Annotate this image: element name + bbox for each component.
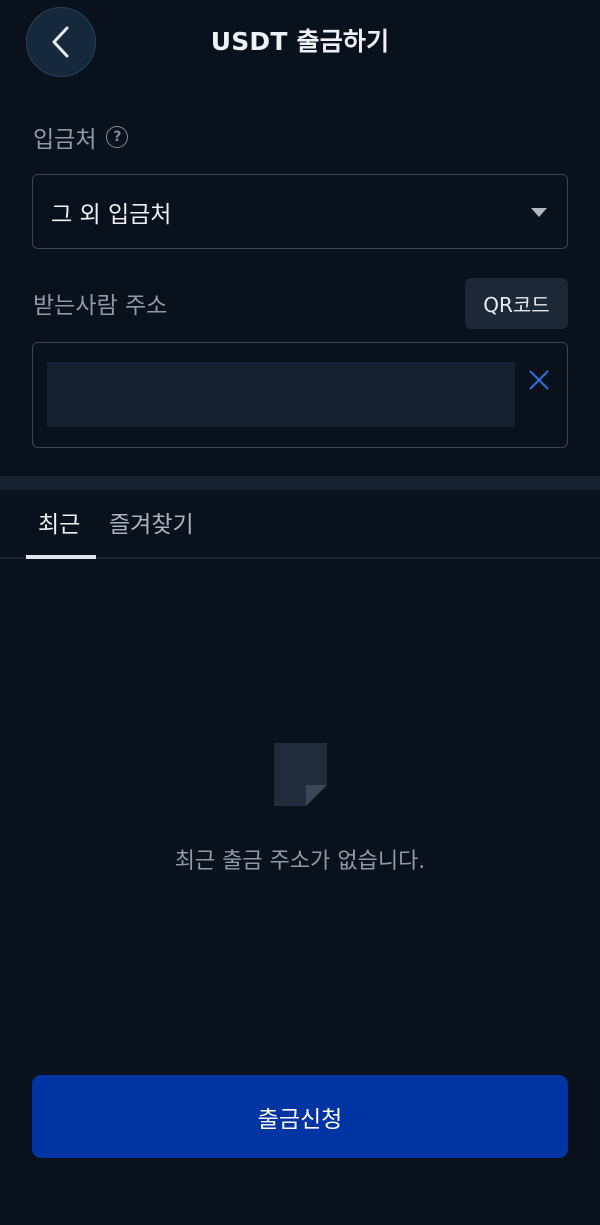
question-circle-icon[interactable]: ? <box>106 126 129 148</box>
destination-select-value: 그 외 입금처 <box>51 201 172 228</box>
close-icon[interactable] <box>527 368 551 392</box>
section-divider <box>0 476 600 490</box>
tab-recent[interactable]: 최근 <box>38 505 80 539</box>
qr-code-button[interactable]: QR코드 <box>465 278 568 329</box>
destination-label: 입금처 <box>33 127 97 153</box>
active-tab-indicator <box>26 555 96 559</box>
recipient-address-label: 받는사람 주소 <box>33 293 168 319</box>
recipient-address-field <box>32 342 568 448</box>
empty-state-message: 최근 출금 주소가 없습니다. <box>174 849 426 874</box>
caret-down-icon <box>531 208 547 217</box>
destination-label-row: 입금처 ? <box>33 120 129 154</box>
page-title: USDT 출금하기 <box>210 27 390 56</box>
recipient-address-input[interactable] <box>47 362 515 427</box>
submit-withdraw-button[interactable]: 출금신청 <box>32 1075 568 1158</box>
destination-select[interactable]: 그 외 입금처 <box>32 174 568 249</box>
tab-favorites[interactable]: 즐겨찾기 <box>109 505 194 539</box>
withdraw-page: USDT 출금하기 입금처 ? 그 외 입금처 받는사람 주소 QR코드 최근 … <box>0 0 600 1225</box>
document-icon <box>274 743 327 806</box>
